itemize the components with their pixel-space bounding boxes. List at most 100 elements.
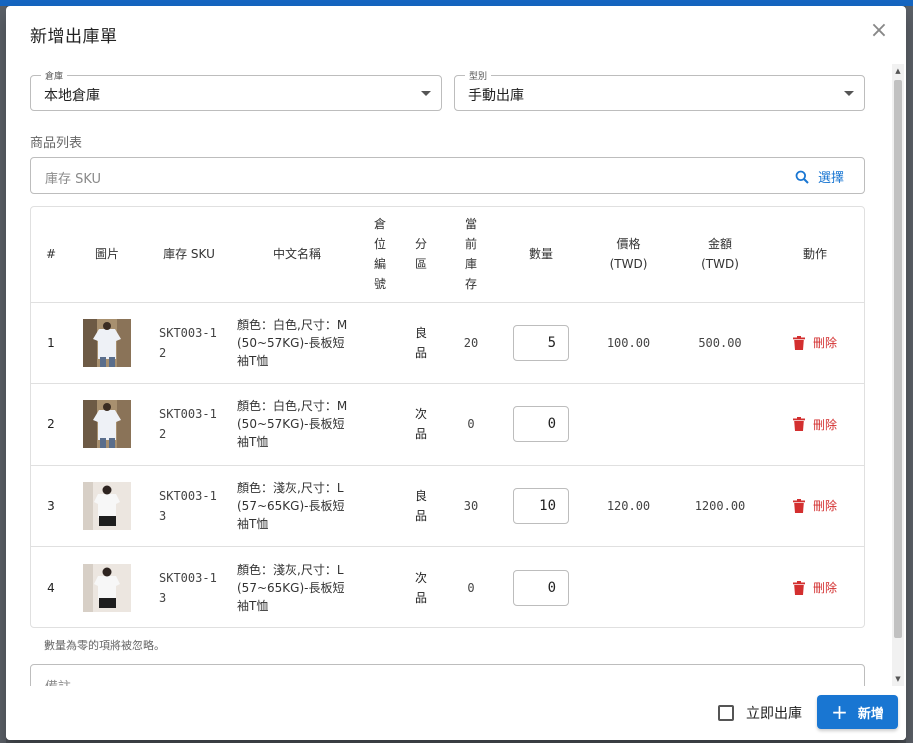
delete-label: 刪除: [812, 336, 837, 351]
quantity-input[interactable]: 0: [513, 569, 569, 606]
notes-placeholder: 備註: [45, 676, 71, 686]
type-select[interactable]: 型別 手動出庫: [454, 69, 865, 111]
quantity-input[interactable]: 10: [513, 487, 569, 524]
row-name: 顏色：淺灰,尺寸：L (57~65KG)-長板短袖T恤: [237, 562, 345, 613]
row-action: 刪除: [764, 547, 864, 628]
row-price: 100.00: [581, 302, 676, 384]
header-zone: 分區: [401, 207, 441, 303]
checkbox-box[interactable]: [718, 705, 734, 721]
row-amount: 1200.00: [676, 465, 764, 547]
immediate-outbound-checkbox[interactable]: 立即出庫: [718, 703, 802, 723]
plus-icon: +: [831, 700, 848, 724]
zero-qty-hint: 數量為零的項將被忽略。: [44, 639, 165, 652]
quantity-input[interactable]: 5: [513, 324, 569, 361]
row-location: [359, 465, 401, 547]
header-sku: 庫存 SKU: [143, 207, 235, 303]
scrollbar-thumb[interactable]: [894, 80, 902, 638]
row-stock: 30: [441, 465, 501, 547]
delete-button[interactable]: 刪除: [766, 416, 864, 433]
product-photo-icon: [83, 318, 131, 367]
header-name: 中文名稱: [235, 207, 359, 303]
row-location: [359, 383, 401, 466]
header-stock: 當前庫存: [441, 207, 501, 303]
delete-button[interactable]: 刪除: [766, 579, 864, 596]
header-action: 動作: [764, 207, 864, 303]
row-sku: SKT003-13: [143, 465, 235, 547]
row-location: [359, 547, 401, 628]
row-amount: [676, 547, 764, 628]
delete-button[interactable]: 刪除: [766, 334, 864, 351]
warehouse-value: 本地倉庫: [44, 88, 100, 104]
header-image: 圖片: [71, 207, 143, 303]
row-action: 刪除: [764, 465, 864, 547]
pick-button[interactable]: 選擇: [795, 167, 844, 186]
notes-input[interactable]: 備註: [30, 664, 865, 686]
header-price: 價格 (TWD): [581, 207, 676, 303]
search-placeholder: 庫存 SKU: [45, 172, 102, 187]
trash-icon: [792, 335, 805, 350]
product-image: [83, 318, 131, 367]
warehouse-select[interactable]: 倉庫 本地倉庫: [30, 69, 442, 111]
row-zone: 次品: [414, 570, 427, 605]
table-row: 3 SKT003-13 顏色：淺灰,尺寸：L (57~65KG)-長板短袖T恤 …: [31, 465, 864, 547]
scroll-up-icon[interactable]: ▲: [892, 64, 904, 78]
row-qty-cell: 0: [501, 547, 581, 628]
add-button[interactable]: + 新增: [817, 695, 898, 729]
quantity-input[interactable]: 0: [513, 406, 569, 443]
table-row: 2 SKT003-12 顏色：白色,尺寸：M (50~57KG)-長板短袖T恤 …: [31, 383, 864, 466]
row-stock: 0: [467, 580, 475, 595]
header-qty: 數量: [501, 207, 581, 303]
product-thumbnail: [71, 302, 143, 384]
product-table: # 圖片 庫存 SKU 中文名稱 倉位編號 分區 當前庫存 數量 價格 (TWD)…: [30, 206, 865, 628]
type-value: 手動出庫: [468, 88, 524, 104]
chevron-down-icon: [844, 91, 854, 96]
row-index: 4: [47, 580, 55, 595]
trash-icon: [792, 417, 805, 432]
type-legend: 型別: [465, 69, 492, 82]
checkbox-label: 立即出庫: [746, 706, 802, 722]
row-qty-cell: 5: [501, 302, 581, 384]
row-price: [581, 547, 676, 628]
dialog-content: 倉庫 本地倉庫 型別 手動出庫 商品列表 庫存 SKU 選擇 # 圖片 庫存 S…: [6, 64, 890, 686]
sku-search-input[interactable]: 庫存 SKU 選擇: [30, 157, 865, 194]
pick-label: 選擇: [817, 171, 844, 186]
row-sku: SKT003-12: [143, 383, 235, 466]
row-sku: SKT003-13: [159, 570, 217, 605]
row-price: 120.00: [581, 465, 676, 547]
delete-button[interactable]: 刪除: [766, 497, 864, 514]
row-name: 顏色：白色,尺寸：M (50~57KG)-長板短袖T恤: [235, 383, 359, 466]
row-price: [581, 383, 676, 466]
row-name: 顏色：白色,尺寸：M (50~57KG)-長板短袖T恤: [235, 302, 359, 384]
close-icon[interactable]: ×: [868, 20, 890, 42]
table-row: 1 SKT003-12 顏色：白色,尺寸：M (50~57KG)-長板短袖T恤 …: [31, 302, 864, 384]
table-header-row: # 圖片 庫存 SKU 中文名稱 倉位編號 分區 當前庫存 數量 價格 (TWD)…: [31, 207, 864, 303]
product-list-label: 商品列表: [30, 136, 83, 151]
row-sku: SKT003-12: [143, 302, 235, 384]
trash-icon: [792, 580, 805, 595]
warehouse-legend: 倉庫: [41, 69, 68, 82]
product-image: [83, 400, 131, 449]
product-thumbnail: [71, 383, 143, 466]
row-name: 顏色：淺灰,尺寸：L (57~65KG)-長板短袖T恤: [235, 465, 359, 547]
header-location: 倉位編號: [359, 207, 401, 303]
row-index: 3: [31, 465, 71, 547]
new-outbound-dialog: 新增出庫單 × 倉庫 本地倉庫 型別 手動出庫 商品列表 庫存 SKU 選擇 #…: [6, 6, 906, 740]
background-overlay-right: [906, 6, 913, 743]
scroll-down-icon[interactable]: ▼: [892, 672, 904, 686]
row-location: [359, 302, 401, 384]
delete-label: 刪除: [812, 581, 837, 595]
dialog-title: 新增出庫單: [30, 27, 118, 47]
row-amount: [676, 383, 764, 466]
product-thumbnail: [71, 547, 143, 628]
content-scrollbar[interactable]: ▲ ▼: [892, 64, 904, 686]
header-index: #: [31, 207, 71, 303]
row-qty-cell: 10: [501, 465, 581, 547]
product-image: [83, 481, 131, 530]
row-zone: 次品: [401, 383, 441, 466]
table-row: 4 SKT003-13 顏色：淺灰,尺寸：L (57~65KG)-長板短袖T恤 …: [31, 547, 864, 628]
row-index: 2: [31, 383, 71, 466]
trash-icon: [792, 498, 805, 513]
row-action: 刪除: [764, 383, 864, 466]
product-photo-icon: [83, 400, 131, 449]
dialog-footer: 立即出庫 + 新增: [6, 686, 906, 740]
